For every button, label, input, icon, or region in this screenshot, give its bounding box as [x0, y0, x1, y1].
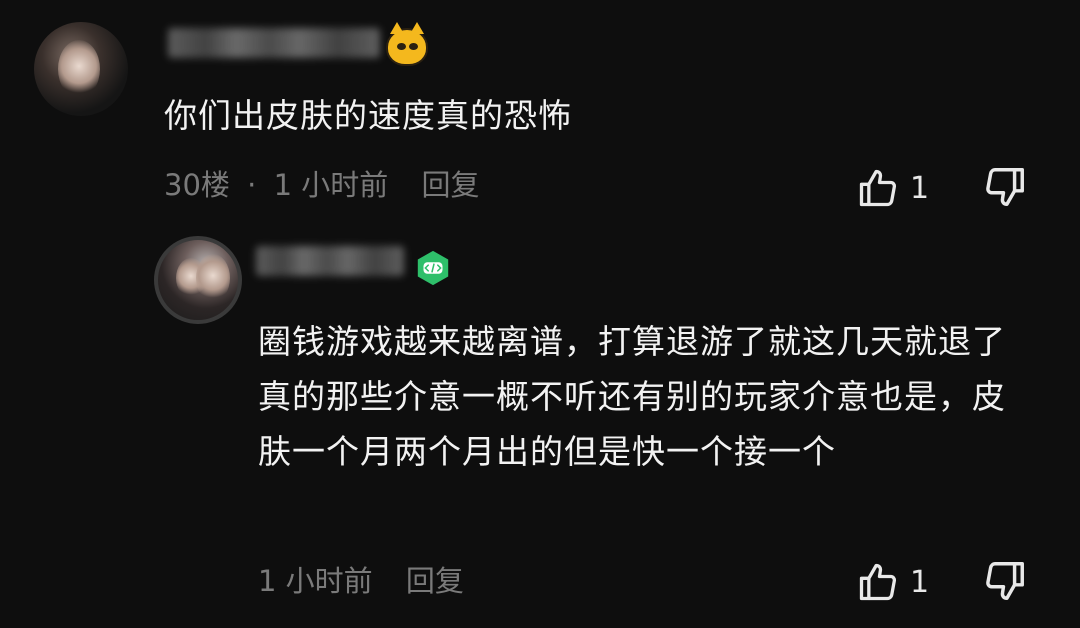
- reply-text: 圈钱游戏越来越离谱，打算退游了就这几天就退了真的那些介意一概不听还有别的玩家介意…: [258, 322, 1006, 471]
- blurred-username[interactable]: [168, 28, 380, 58]
- comment-time: 1 小时前: [273, 168, 389, 202]
- thumbs-down-icon[interactable]: [982, 558, 1028, 604]
- meta-separator: ·: [247, 168, 257, 202]
- avatar-face: [196, 254, 230, 302]
- avatar[interactable]: [34, 22, 128, 116]
- like-count: 1: [910, 170, 930, 206]
- blurred-username[interactable]: [256, 246, 404, 276]
- reply-button[interactable]: 回复: [406, 564, 464, 598]
- comment-meta: 30楼 · 1 小时前 回复: [164, 162, 487, 204]
- like-button[interactable]: 1: [856, 560, 929, 604]
- game-controller-badge-icon: [417, 250, 449, 286]
- thumbs-up-icon: [859, 169, 897, 207]
- reply-meta: 1 小时前 回复: [258, 558, 472, 600]
- comment-text: 你们出皮肤的速度真的恐怖: [164, 96, 572, 135]
- floor-label: 30楼: [164, 168, 230, 202]
- avatar-face: [58, 40, 100, 98]
- reply-time: 1 小时前: [258, 564, 373, 598]
- thumbs-up-icon: [859, 563, 897, 601]
- reply-button[interactable]: 回复: [421, 168, 479, 202]
- thumbs-down-icon[interactable]: [982, 164, 1028, 210]
- reply-avatar[interactable]: [154, 236, 242, 324]
- like-count: 1: [910, 564, 930, 600]
- like-button[interactable]: 1: [856, 166, 929, 210]
- cat-badge-icon: [386, 22, 428, 66]
